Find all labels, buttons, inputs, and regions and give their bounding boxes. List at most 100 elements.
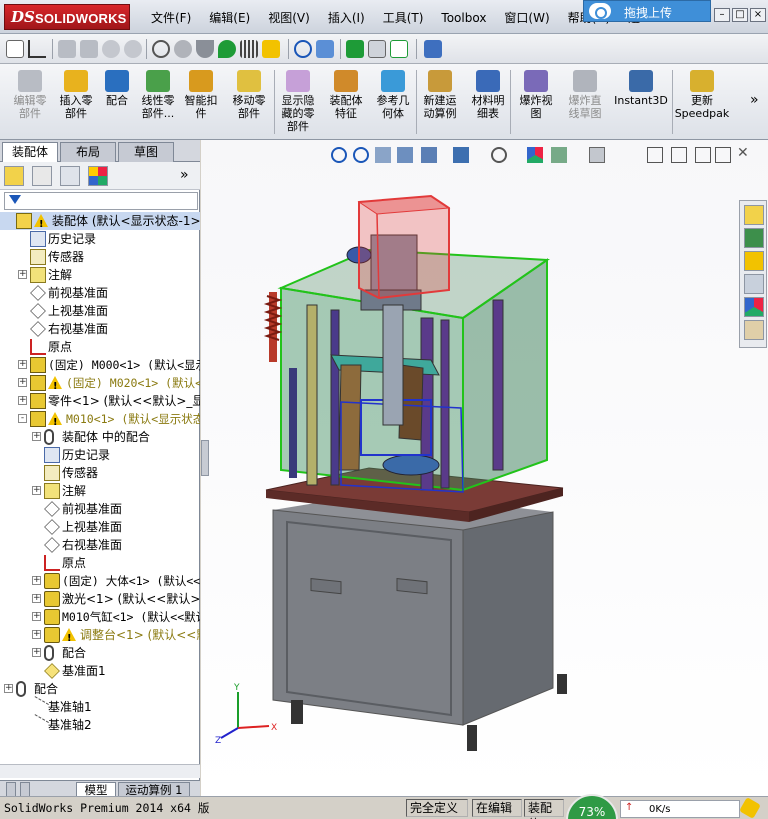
- command-button[interactable]: 编辑零 部件: [2, 68, 58, 136]
- feature-manager-icon[interactable]: [4, 166, 24, 186]
- tree-item[interactable]: + (固定) 大体<1> (默认<<: [0, 572, 200, 590]
- bowl-icon[interactable]: [196, 40, 214, 58]
- tree-item[interactable]: 装配体 (默认<显示状态-1>): [0, 212, 200, 234]
- tab-scroll-left[interactable]: [6, 782, 16, 797]
- select-icon[interactable]: [316, 40, 334, 58]
- spring-icon[interactable]: [240, 40, 258, 58]
- tree-expander[interactable]: +: [4, 684, 13, 693]
- command-button[interactable]: 智能扣 件: [180, 68, 222, 136]
- tree-expander[interactable]: +: [32, 648, 41, 657]
- rebuild-icon[interactable]: [739, 797, 761, 819]
- menu-item[interactable]: 编辑(E): [200, 0, 259, 34]
- cloud-upload-button[interactable]: 拖拽上传: [583, 0, 711, 22]
- tab-motion-study[interactable]: 运动算例 1: [118, 782, 190, 797]
- print-icon[interactable]: [368, 40, 386, 58]
- tree-expander[interactable]: +: [32, 486, 41, 495]
- command-button[interactable]: 装配体 特征: [324, 68, 368, 136]
- command-button[interactable]: 新建运 动算例: [418, 68, 462, 136]
- command-button[interactable]: 参考几 何体: [372, 68, 414, 136]
- tree-item[interactable]: + 激光<1> (默认<<默认>_显: [0, 590, 200, 608]
- command-button[interactable]: 爆炸直 线草图: [562, 68, 608, 136]
- command-button[interactable]: 爆炸视 图: [514, 68, 558, 136]
- disabled-tool-icon[interactable]: [80, 40, 98, 58]
- command-button[interactable]: Instant3D: [612, 68, 670, 136]
- minimize-button[interactable]: –: [714, 8, 730, 22]
- tree-item[interactable]: + 装配体 中的配合: [0, 428, 200, 446]
- help-icon[interactable]: [424, 40, 442, 58]
- tree-item[interactable]: 右视基准面: [0, 536, 200, 554]
- tree-item[interactable]: 历史记录: [0, 446, 200, 464]
- tree-item[interactable]: 原点: [0, 554, 200, 572]
- key-icon[interactable]: [6, 40, 24, 58]
- disabled-tool-icon[interactable]: [58, 40, 76, 58]
- tree-item[interactable]: + 注解: [0, 266, 200, 284]
- tree-horizontal-scrollbar[interactable]: [0, 764, 200, 778]
- close-button[interactable]: ×: [750, 8, 766, 22]
- tree-item[interactable]: + 零件<1> (默认<<默认>_显示状: [0, 392, 200, 410]
- command-button[interactable]: 插入零 部件: [54, 68, 98, 136]
- tab-scroll-right[interactable]: [20, 782, 30, 797]
- command-button[interactable]: 线性零 部件...: [136, 68, 180, 136]
- tree-expander[interactable]: +: [18, 378, 27, 387]
- tree-item[interactable]: 前视基准面: [0, 500, 200, 518]
- tab-sketch[interactable]: 草图: [118, 142, 174, 162]
- expand-panel-arrow[interactable]: »: [180, 167, 189, 183]
- tree-item[interactable]: 基准面1: [0, 662, 200, 680]
- move-icon[interactable]: [262, 40, 280, 58]
- display-manager-icon[interactable]: [88, 166, 108, 186]
- tree-expander[interactable]: +: [32, 630, 41, 639]
- tree-item[interactable]: 基准轴1: [0, 696, 200, 718]
- tree-filter-input[interactable]: [4, 192, 198, 210]
- tab-assembly[interactable]: 装配体: [2, 142, 58, 163]
- gear-icon[interactable]: [152, 40, 170, 58]
- tree-item[interactable]: 传感器: [0, 248, 200, 266]
- tree-item[interactable]: 上视基准面: [0, 518, 200, 536]
- cog-icon[interactable]: [174, 40, 192, 58]
- tree-expander[interactable]: +: [32, 432, 41, 441]
- tree-item[interactable]: + 调整台<1> (默认<<默认: [0, 626, 200, 648]
- command-button[interactable]: 更新 Speedpak: [672, 68, 732, 136]
- tree-expander[interactable]: +: [32, 612, 41, 621]
- search-icon[interactable]: [294, 40, 312, 58]
- menu-item[interactable]: 工具(T): [374, 0, 433, 34]
- tree-item[interactable]: + 注解: [0, 482, 200, 500]
- restore-button[interactable]: □: [732, 8, 748, 22]
- menu-item[interactable]: 文件(F): [142, 0, 200, 34]
- assembly-3d-model[interactable]: Y X Z: [201, 140, 768, 796]
- tree-item[interactable]: + 配合: [0, 680, 200, 698]
- tree-expander[interactable]: +: [32, 594, 41, 603]
- command-overflow-arrow[interactable]: »: [750, 92, 759, 108]
- tree-expander[interactable]: +: [18, 396, 27, 405]
- excel-icon[interactable]: [346, 40, 364, 58]
- property-manager-icon[interactable]: [32, 166, 52, 186]
- tab-model[interactable]: 模型: [76, 782, 116, 797]
- command-button[interactable]: 材料明 细表: [468, 68, 508, 136]
- tab-layout[interactable]: 布局: [60, 142, 116, 162]
- command-button[interactable]: 移动零 部件: [226, 68, 272, 136]
- tree-item[interactable]: 历史记录: [0, 230, 200, 248]
- tree-item[interactable]: 前视基准面: [0, 284, 200, 302]
- tree-item[interactable]: + (固定) M000<1> (默认<显示状: [0, 356, 200, 374]
- menu-item[interactable]: 视图(V): [259, 0, 319, 34]
- tree-item[interactable]: + 配合: [0, 644, 200, 662]
- command-button[interactable]: 配合: [100, 68, 134, 136]
- menu-item[interactable]: 窗口(W): [495, 0, 558, 34]
- disabled-tool-icon[interactable]: [102, 40, 120, 58]
- options-icon[interactable]: [390, 40, 408, 58]
- tree-expander[interactable]: +: [18, 270, 27, 279]
- disabled-tool-icon[interactable]: [124, 40, 142, 58]
- menu-item[interactable]: 插入(I): [319, 0, 374, 34]
- tree-item[interactable]: 传感器: [0, 464, 200, 482]
- tree-expander[interactable]: -: [18, 414, 27, 423]
- graphics-area[interactable]: ✕ Y X Z: [201, 140, 768, 796]
- configuration-manager-icon[interactable]: [60, 166, 80, 186]
- tree-item[interactable]: + (固定) M020<1> (默认<显: [0, 374, 200, 396]
- tree-item[interactable]: 右视基准面: [0, 320, 200, 338]
- tree-item[interactable]: 原点: [0, 338, 200, 356]
- tree-item[interactable]: 基准轴2: [0, 714, 200, 736]
- angle-icon[interactable]: [28, 40, 46, 58]
- pin-icon[interactable]: [218, 40, 236, 58]
- command-button[interactable]: 显示隐 藏的零 部件: [276, 68, 320, 136]
- tree-item[interactable]: + M010气缸<1> (默认<<默认: [0, 608, 200, 626]
- tree-expander[interactable]: +: [32, 576, 41, 585]
